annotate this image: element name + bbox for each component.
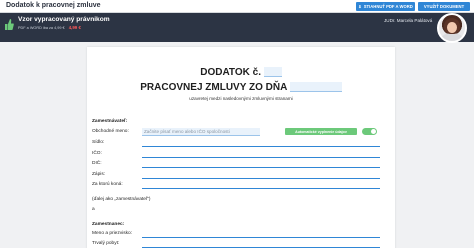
template-title: Vzor vypracovaný právnikom	[18, 16, 110, 23]
author-avatar	[437, 13, 467, 43]
document-title-line-1: DODATOK č.	[87, 67, 395, 78]
employer-registration-field[interactable]	[142, 178, 380, 179]
template-meta: PDF a WORD iba za 4,99 € 4,99 €	[18, 25, 81, 30]
app-title: Dodatok k pracovnej zmluve	[6, 2, 101, 9]
autofill-toggle[interactable]	[362, 128, 377, 135]
document-number-field[interactable]	[263, 67, 282, 77]
template-price: 4,99 €	[68, 25, 81, 30]
use-document-button[interactable]: VYUŽIŤ DOKUMENT	[418, 2, 470, 11]
employee-name-field[interactable]	[142, 237, 380, 238]
template-info-bar: Vzor vypracovaný právnikom PDF a WORD ib…	[0, 13, 474, 42]
document-number-label: DODATOK č.	[200, 67, 261, 78]
employer-ico-field[interactable]	[142, 157, 380, 158]
autofill-label: Automatické vyplnenie údajov	[285, 128, 357, 135]
employer-registration-label: Zápis:	[92, 172, 106, 177]
document-title-line-2: PRACOVNEJ ZMLUVY ZO DŇA	[87, 82, 395, 93]
top-bar: Dodatok k pracovnej zmluve ⬇ STIAHNUŤ PD…	[0, 0, 474, 13]
conjunction-text: a	[92, 207, 95, 212]
template-format-price: PDF a WORD iba za 4,99 €	[18, 26, 65, 30]
document-subtitle: uzavretej medzi nasledovnými zmluvnými s…	[189, 96, 293, 101]
thumbs-up-icon	[5, 19, 14, 30]
company-search-input[interactable]: Začnite písať meno alebo IČO spoločnosti	[142, 128, 260, 136]
contract-date-label: PRACOVNEJ ZMLUVY ZO DŇA	[140, 82, 287, 93]
employer-representative-field[interactable]	[142, 188, 380, 189]
document-page: DODATOK č. PRACOVNEJ ZMLUVY ZO DŇA uzavr…	[87, 47, 395, 248]
employer-seat-field[interactable]	[142, 146, 380, 147]
employer-seat-label: Sídlo:	[92, 140, 105, 145]
employer-dic-label: DIČ:	[92, 161, 102, 166]
employer-dic-field[interactable]	[142, 167, 380, 168]
employer-ico-label: IČO:	[92, 151, 102, 156]
toggle-knob	[371, 129, 376, 134]
employer-heading: Zamestnávateľ:	[92, 119, 128, 124]
employer-company-name-label: Obchodné meno:	[92, 129, 129, 134]
author-name: JUDr. Marcela Palátová	[384, 18, 433, 23]
download-pdf-word-button[interactable]: ⬇ STIAHNUŤ PDF A WORD	[356, 2, 415, 11]
contract-date-field[interactable]	[289, 82, 342, 92]
employee-name-label: Meno a priezvisko:	[92, 231, 132, 236]
employer-alias: (ďalej ako „zamestnávateľ“)	[92, 197, 151, 202]
download-label: STIAHNUŤ PDF A WORD	[363, 4, 413, 9]
download-icon: ⬇	[358, 4, 362, 9]
employer-representative-label: Za ktorú koná:	[92, 182, 123, 187]
employee-residence-label: Trvalý pobyt:	[92, 241, 120, 246]
employee-heading: Zamestnanec:	[92, 222, 125, 227]
